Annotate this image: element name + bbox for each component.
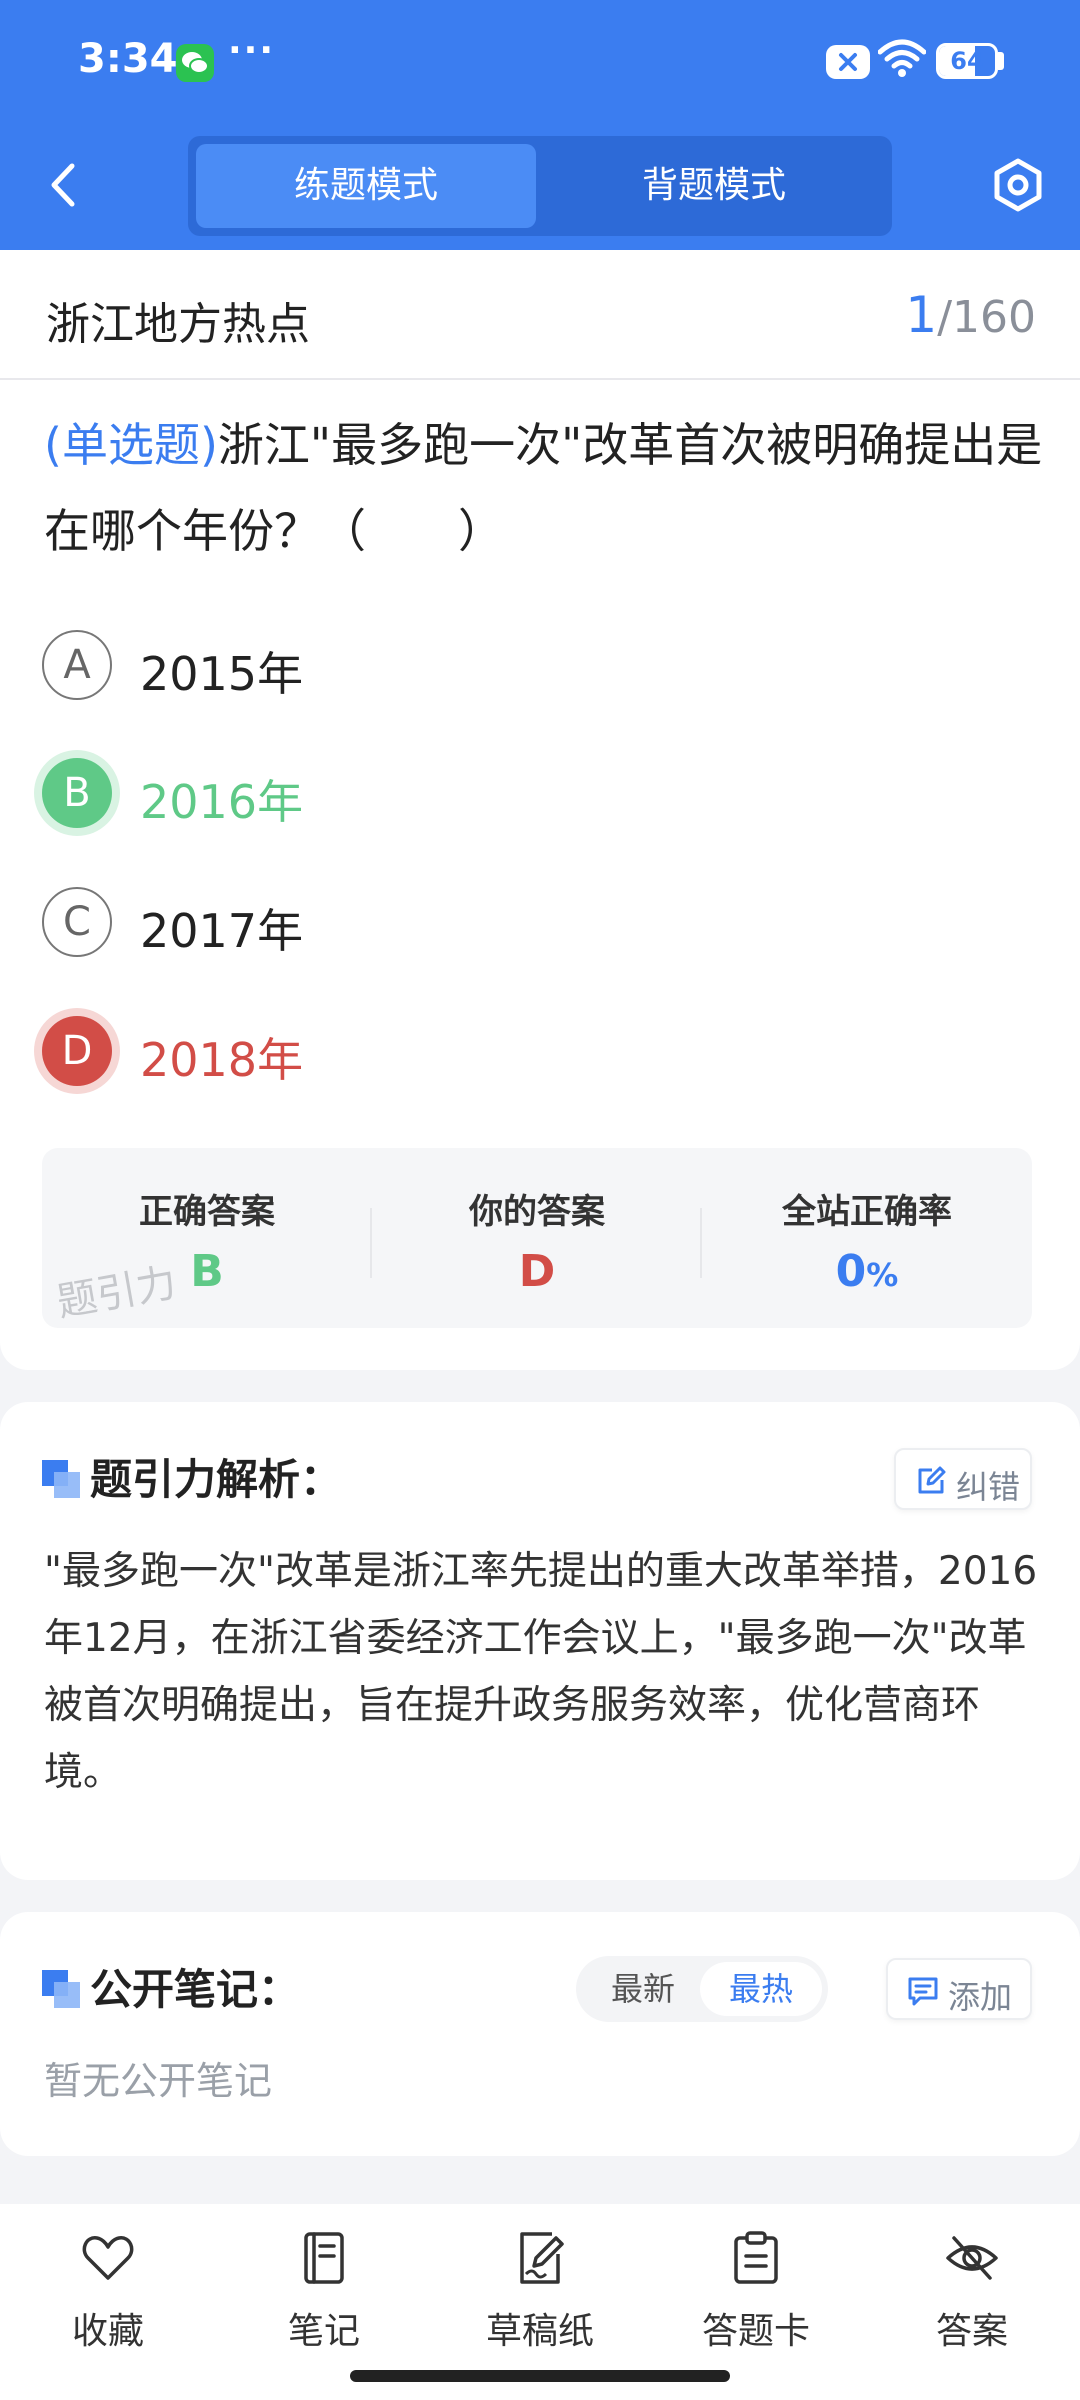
question-type: (单选题) <box>44 418 218 472</box>
back-button[interactable] <box>38 150 88 220</box>
answer-summary: 正确答案 B 题引力 你的答案 D 全站正确率 0% <box>42 1148 1032 1328</box>
heart-icon <box>82 2236 134 2280</box>
chapter-header: 浙江地方热点 1/160 <box>0 250 1080 380</box>
answer-sheet-button[interactable]: 答题卡 <box>648 2204 864 2364</box>
option-letter: A <box>42 630 112 700</box>
notes-label: 笔记 <box>287 2311 360 2352</box>
app-root: 3:34 ··· 64 练题模式 背题模式 浙江地方热点 1/160 (单选题)… <box>0 0 1080 2400</box>
chevron-left-icon <box>51 163 75 207</box>
tab-practice-mode[interactable]: 练题模式 <box>196 144 536 228</box>
notes-title: 公开笔记： <box>90 1965 301 2014</box>
mode-switch: 练题模式 背题模式 <box>188 136 892 236</box>
notes-button[interactable]: 笔记 <box>216 2204 432 2364</box>
accuracy-value: 0% <box>702 1246 1032 1297</box>
status-time: 3:34 <box>78 36 178 82</box>
option-c[interactable]: C 2017年 <box>38 877 938 967</box>
notes-sort-toggle: 最新 最热 <box>576 1956 828 2022</box>
current-question-number: 1 <box>905 286 938 344</box>
answer-sheet-icon <box>734 2231 778 2284</box>
your-answer-block: 你的答案 D <box>372 1148 702 1328</box>
chapter-title: 浙江地方热点 <box>46 299 310 350</box>
option-text: 2018年 <box>140 1033 304 1087</box>
question-progress: 1/160 <box>905 286 1036 344</box>
wifi-icon <box>878 39 926 77</box>
add-note-label: 添加 <box>948 1978 1013 2016</box>
favorite-label: 收藏 <box>71 2311 144 2352</box>
option-a[interactable]: A 2015年 <box>38 620 938 710</box>
public-notes-card: 公开笔记： 最新 最热 添加 暂无公开笔记 <box>0 1912 1080 2156</box>
draft-paper-label: 草稿纸 <box>485 2311 594 2352</box>
option-b[interactable]: B 2016年 <box>38 748 938 838</box>
your-answer-label: 你的答案 <box>469 1192 605 1232</box>
accuracy-block: 全站正确率 0% <box>702 1148 1032 1328</box>
question-card: (单选题)浙江"最多跑一次"改革首次被明确提出是在哪个年份？（ ） A 2015… <box>0 380 1080 1370</box>
report-error-button[interactable]: 纠错 <box>894 1448 1032 1510</box>
show-answer-button[interactable]: 答案 <box>864 2204 1080 2364</box>
comment-icon <box>908 1977 938 2006</box>
notebook-icon <box>304 2232 344 2284</box>
more-notifications-icon: ··· <box>228 30 276 71</box>
battery-cap <box>998 52 1004 70</box>
question-stem: (单选题)浙江"最多跑一次"改革首次被明确提出是在哪个年份？（ ） <box>44 402 1044 574</box>
status-bar: 3:34 ··· 64 <box>0 0 1080 125</box>
top-header: 3:34 ··· 64 练题模式 背题模式 <box>0 0 1080 250</box>
accuracy-label: 全站正确率 <box>782 1192 952 1232</box>
option-letter: C <box>42 887 112 957</box>
option-letter: B <box>42 758 112 828</box>
sort-latest[interactable]: 最新 <box>582 1962 704 2016</box>
empty-notes-text: 暂无公开笔记 <box>44 2059 273 2103</box>
option-text: 2015年 <box>140 647 304 701</box>
eye-off-icon <box>946 2236 998 2280</box>
home-indicator[interactable] <box>350 2370 730 2382</box>
favorite-button[interactable]: 收藏 <box>0 2204 216 2364</box>
sort-hottest[interactable]: 最热 <box>700 1962 822 2016</box>
draft-icon <box>520 2232 564 2284</box>
draft-paper-button[interactable]: 草稿纸 <box>432 2204 648 2364</box>
analysis-title: 题引力解析： <box>90 1455 343 1504</box>
add-note-button[interactable]: 添加 <box>886 1958 1032 2020</box>
section-icon <box>42 1970 80 2008</box>
show-answer-label: 答案 <box>935 2311 1008 2352</box>
settings-hexagon-icon <box>994 158 1042 212</box>
accuracy-number: 0 <box>835 1246 867 1297</box>
analysis-card: 题引力解析： 纠错 "最多跑一次"改革是浙江率先提出的重大改革举措，2016年1… <box>0 1402 1080 1880</box>
battery-level: 64 <box>950 47 984 75</box>
report-error-label: 纠错 <box>956 1468 1021 1506</box>
option-text: 2016年 <box>140 775 304 829</box>
analysis-text: "最多跑一次"改革是浙江率先提出的重大改革举措，2016年12月，在浙江省委经济… <box>44 1549 1038 1795</box>
accuracy-unit: % <box>866 1256 899 1294</box>
answer-sheet-label: 答题卡 <box>701 2311 810 2352</box>
edit-icon <box>918 1466 946 1494</box>
battery-icon: 64 <box>936 43 998 79</box>
close-badge-icon <box>826 45 870 79</box>
total-questions: /160 <box>937 292 1036 343</box>
option-text: 2017年 <box>140 904 304 958</box>
tab-recite-mode[interactable]: 背题模式 <box>544 144 884 228</box>
option-d[interactable]: D 2018年 <box>38 1006 938 1096</box>
settings-button[interactable] <box>988 155 1048 215</box>
correct-answer-label: 正确答案 <box>139 1192 275 1232</box>
option-letter: D <box>42 1016 112 1086</box>
section-icon <box>42 1460 80 1498</box>
wechat-icon <box>176 44 214 82</box>
your-answer-value: D <box>518 1246 556 1297</box>
